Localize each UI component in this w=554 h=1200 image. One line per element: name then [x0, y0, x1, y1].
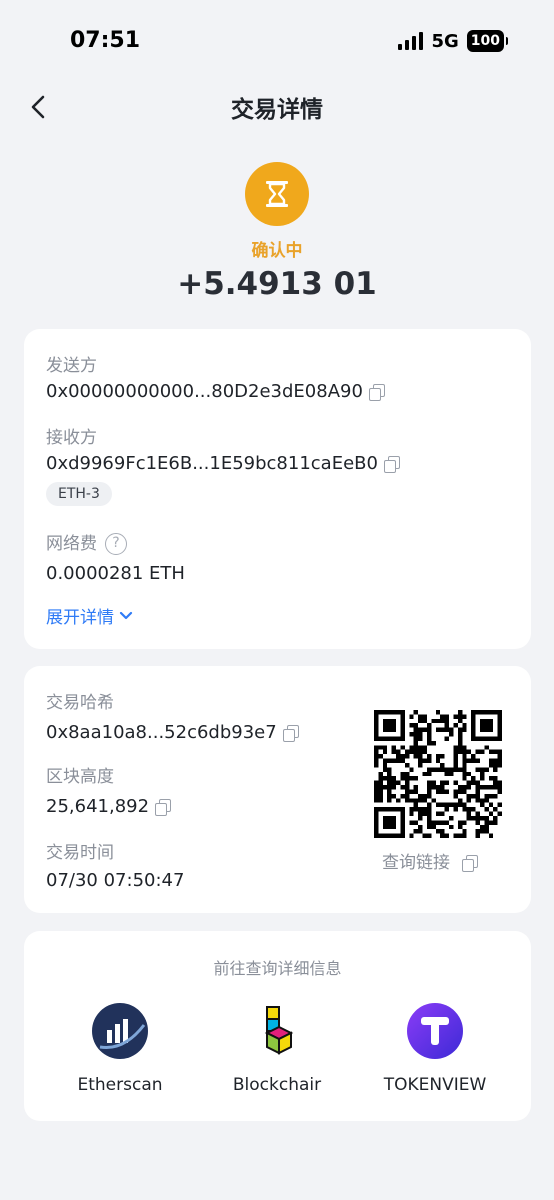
explorers-card: 前往查询详细信息 Etherscan Blockchair TOKENVIEW [24, 931, 531, 1121]
block-row: 25,641,892 [46, 796, 172, 817]
time-label: 交易时间 [46, 843, 114, 863]
explorer-etherscan[interactable]: Etherscan [45, 1003, 195, 1095]
time-value: 07/30 07:50:47 [46, 870, 185, 891]
copy-icon [462, 855, 478, 872]
block-label: 区块高度 [46, 767, 114, 787]
qr-code[interactable] [374, 710, 502, 838]
copy-icon[interactable] [383, 456, 400, 473]
expand-details-label: 展开详情 [46, 608, 114, 628]
parties-card: 发送方 0x00000000000...80D2e3dE08A90 接收方 0x… [24, 329, 531, 649]
copy-icon[interactable] [155, 799, 172, 816]
qr-link-button[interactable]: 查询链接 [382, 848, 478, 873]
explorer-blockchair[interactable]: Blockchair [202, 1003, 352, 1095]
explorer-tokenview[interactable]: TOKENVIEW [360, 1003, 510, 1095]
explorers-title: 前往查询详细信息 [213, 959, 342, 978]
hash-value[interactable]: 0x8aa10a8...52c6db93e7 [46, 722, 277, 743]
status-bar: 07:51 5G 100 [0, 0, 554, 84]
receiver-address-row: 0xd9969Fc1E6B...1E59bc811caEeB0 [46, 453, 400, 474]
transaction-amount: +5.4913 01 [177, 266, 377, 302]
sender-address-row: 0x00000000000...80D2e3dE08A90 [46, 381, 385, 402]
battery-level: 100 [466, 30, 504, 52]
fee-label-row: 网络费? [46, 529, 127, 555]
explorer-name: Blockchair [232, 1075, 322, 1095]
status-text: 确认中 [251, 241, 303, 261]
receiver-tag: ETH-3 [46, 482, 112, 506]
qr-link-label: 查询链接 [382, 853, 450, 873]
network-type: 5G [431, 30, 459, 52]
battery-icon: 100 [466, 30, 508, 52]
status-time: 07:51 [70, 28, 141, 53]
sender-label: 发送方 [46, 356, 97, 376]
hourglass-icon [245, 162, 309, 226]
hash-label: 交易哈希 [46, 693, 114, 713]
copy-icon[interactable] [368, 384, 385, 401]
explorer-name: TOKENVIEW [383, 1075, 487, 1095]
page-title: 交易详情 [231, 97, 323, 123]
status-indicators: 5G 100 [398, 30, 508, 52]
fee-value: 0.0000281 ETH [46, 563, 185, 584]
transaction-info-card: 交易哈希 0x8aa10a8...52c6db93e7 区块高度 25,641,… [24, 666, 531, 913]
etherscan-logo-icon [92, 1003, 148, 1059]
sender-address[interactable]: 0x00000000000...80D2e3dE08A90 [46, 381, 363, 402]
block-value[interactable]: 25,641,892 [46, 796, 149, 817]
expand-details-button[interactable]: 展开详情 [46, 603, 134, 628]
copy-icon[interactable] [282, 725, 299, 742]
blockchair-logo-icon [264, 1006, 294, 1055]
signal-icon [398, 32, 424, 50]
nav-bar: 交易详情 [0, 84, 554, 130]
help-icon[interactable]: ? [105, 533, 127, 555]
hash-row: 0x8aa10a8...52c6db93e7 [46, 722, 299, 743]
chevron-down-icon [119, 611, 133, 619]
receiver-address[interactable]: 0xd9969Fc1E6B...1E59bc811caEeB0 [46, 453, 378, 474]
explorer-name: Etherscan [77, 1075, 163, 1095]
tokenview-logo-icon [407, 1003, 463, 1059]
receiver-label: 接收方 [46, 428, 97, 448]
fee-label: 网络费 [46, 534, 97, 554]
